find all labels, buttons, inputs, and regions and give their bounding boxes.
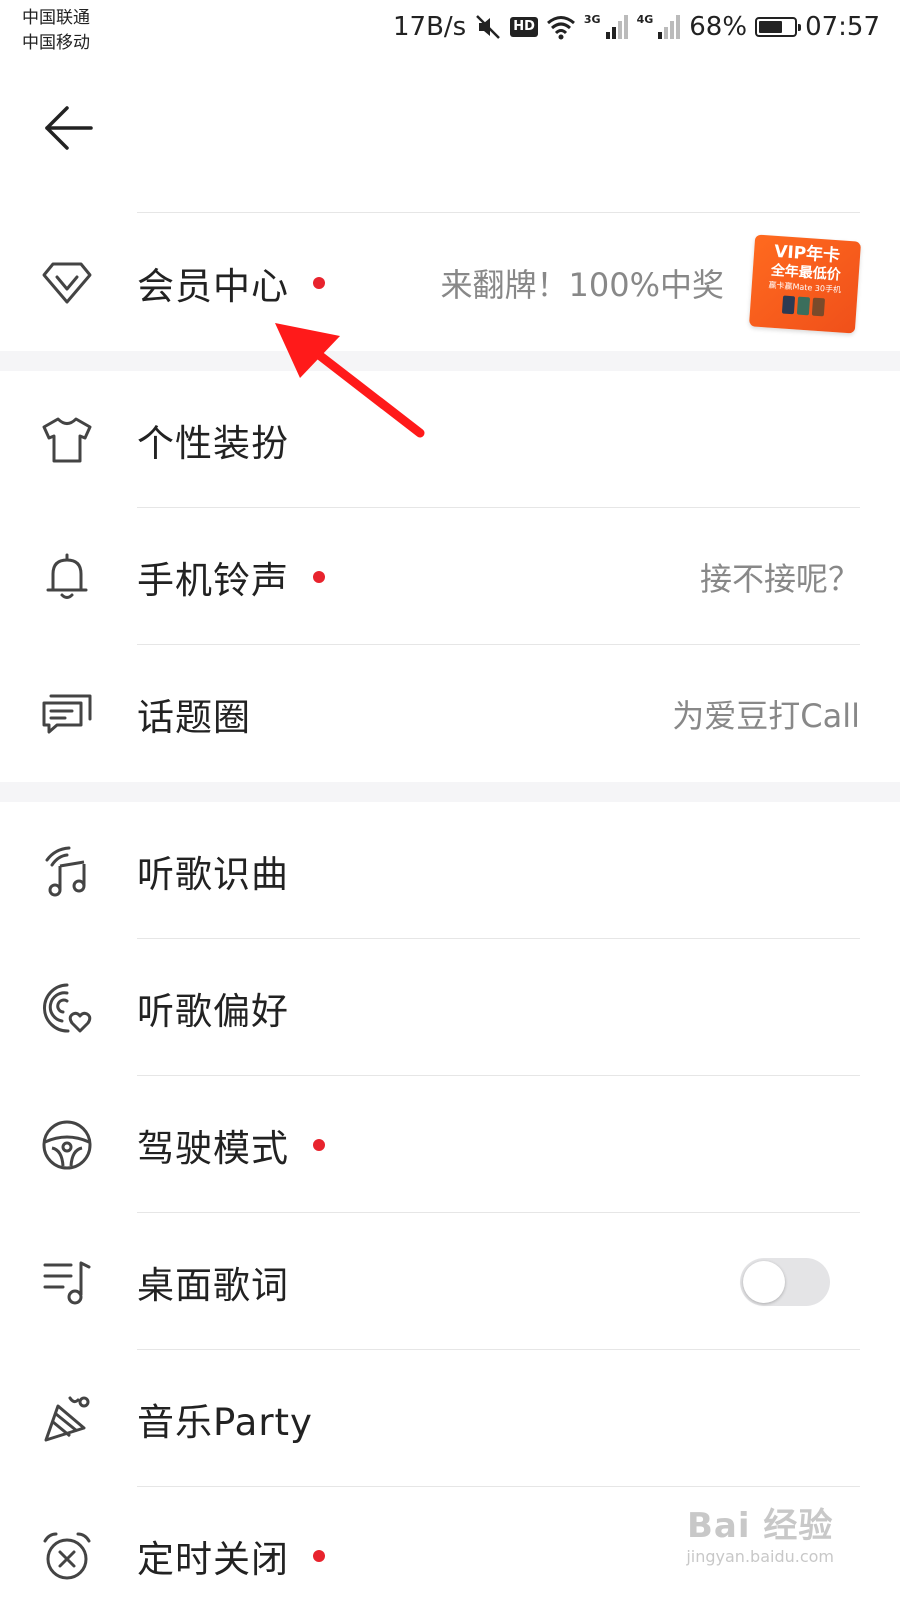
battery-percent: 68% (689, 12, 748, 42)
arrow-left-icon (45, 106, 93, 150)
back-button[interactable] (40, 100, 96, 156)
signal-icon-1 (605, 14, 629, 40)
vip-center-label: 会员中心 (137, 264, 289, 308)
menu-item-personalization[interactable]: 个性装扮 (0, 371, 900, 508)
menu-item-driving-mode[interactable]: 驾驶模式 (0, 1076, 900, 1213)
toggle-knob (743, 1260, 785, 1303)
carrier-2: 中国移动 (22, 33, 90, 53)
watermark-url: jingyan.baidu.com (686, 1547, 834, 1566)
divider (137, 212, 860, 213)
menu-item-label: 音乐Party (137, 1400, 313, 1444)
tshirt-icon (40, 413, 94, 467)
topic-circle-hint: 为爱豆打Call (672, 696, 860, 735)
mute-icon (474, 13, 502, 41)
party-hat-icon (40, 1392, 94, 1446)
menu-item-label: 听歌偏好 (137, 989, 289, 1033)
hd-icon: HD (510, 17, 538, 37)
menu-item-label: 话题圈 (137, 695, 251, 739)
lyrics-icon (40, 1255, 94, 1309)
battery-level (759, 21, 783, 33)
menu-item-label: 听歌识曲 (137, 852, 289, 896)
chat-cards-icon (40, 687, 94, 741)
vip-promo-badge[interactable]: VIP年卡 全年最低价 赢卡赢Mate 30手机 (748, 234, 862, 334)
new-badge-dot (313, 276, 325, 289)
baidu-jingyan-watermark: Bai 经验 jingyan.baidu.com (686, 1498, 834, 1566)
network-type-3g: 3G (583, 12, 601, 26)
phones-image (750, 293, 857, 318)
carrier-1: 中国联通 (22, 8, 90, 28)
section-gap (0, 351, 900, 371)
signal-icon-2 (657, 14, 681, 40)
ringtone-hint: 接不接呢？ (699, 559, 860, 598)
menu-item-song-recognition[interactable]: 听歌识曲 (0, 802, 900, 939)
menu-item-topic-circle[interactable]: 话题圈 为爱豆打Call (0, 645, 900, 782)
menu-item-label: 个性装扮 (137, 421, 289, 465)
battery-icon (755, 17, 802, 37)
network-type-4g: 4G (636, 12, 654, 26)
ringtone-label: 手机铃声 (137, 558, 289, 602)
status-bar: 中国联通 中国移动 17B/s HD 3G 4G 68% 07:57 (0, 0, 900, 64)
carrier-info: 中国联通 中国移动 (22, 6, 90, 56)
menu-item-desktop-lyrics[interactable]: 桌面歌词 (0, 1213, 900, 1350)
net-speed: 17B/s (392, 12, 467, 42)
new-badge-dot (313, 570, 325, 583)
menu-item-ringtone[interactable]: 手机铃声 接不接呢？ (0, 508, 900, 645)
menu-item-label: 手机铃声 (137, 550, 325, 604)
menu-item-label: 桌面歌词 (137, 1263, 289, 1307)
vip-promo-text: 来翻牌！100%中奖 (440, 265, 725, 304)
watermark-logo: Bai 经验 (686, 1506, 834, 1546)
menu-item-music-party[interactable]: 音乐Party (0, 1350, 900, 1487)
music-preference-icon (40, 981, 94, 1035)
section-gap (0, 782, 900, 802)
wifi-icon (546, 14, 576, 40)
menu-item-label: 会员中心 (137, 256, 325, 310)
sleep-timer-label: 定时关闭 (137, 1537, 289, 1581)
desktop-lyrics-toggle[interactable] (740, 1257, 830, 1306)
status-indicators: 17B/s HD 3G 4G 68% 07:57 (393, 12, 880, 42)
menu-item-label: 驾驶模式 (137, 1118, 325, 1172)
new-badge-dot (313, 1549, 325, 1562)
diamond-v-icon (40, 256, 94, 310)
bell-icon (40, 550, 94, 604)
driving-mode-label: 驾驶模式 (137, 1126, 289, 1170)
alarm-clock-icon (40, 1529, 94, 1583)
menu-item-listening-preference[interactable]: 听歌偏好 (0, 939, 900, 1076)
music-recognition-icon (40, 844, 94, 898)
clock: 07:57 (805, 12, 880, 42)
menu-item-label: 定时关闭 (137, 1529, 325, 1583)
steering-wheel-icon (40, 1118, 94, 1172)
new-badge-dot (313, 1138, 325, 1151)
